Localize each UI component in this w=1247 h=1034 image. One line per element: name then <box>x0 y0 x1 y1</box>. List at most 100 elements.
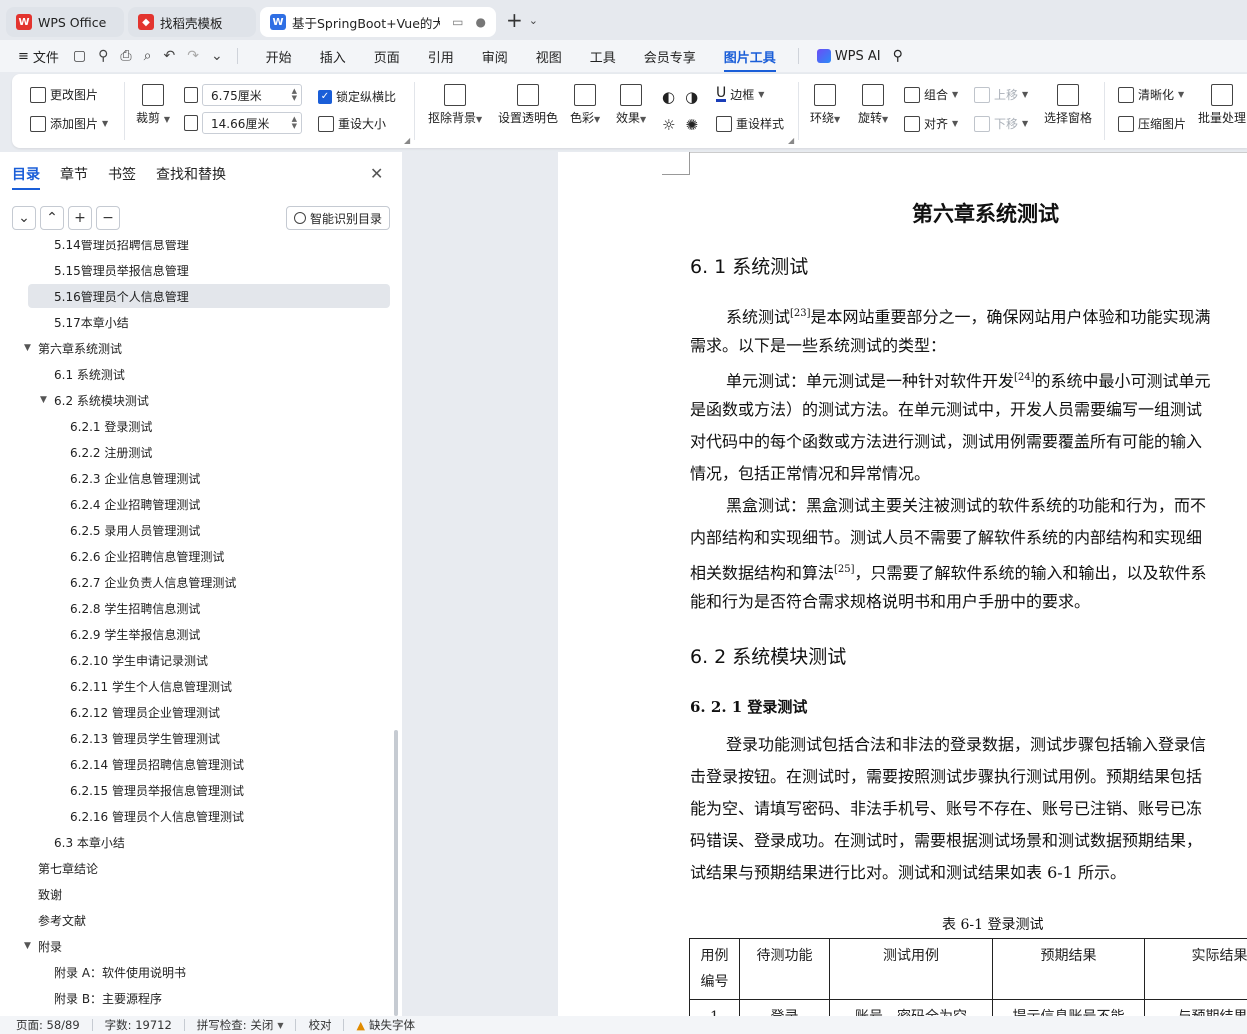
collapse-up-button[interactable]: ⌃ <box>40 206 64 230</box>
width-field[interactable]: 14.66厘米▲▼ <box>184 112 302 134</box>
batch-process-button[interactable]: 批量处理 <box>1198 84 1246 126</box>
remove-heading-button[interactable]: − <box>96 206 120 230</box>
menu-tab-references[interactable]: 引用 <box>428 47 454 66</box>
toc-item[interactable]: 6.2.4 企业招聘管理测试 <box>70 492 200 516</box>
compress-picture-button[interactable]: 压缩图片 <box>1118 115 1186 132</box>
toc-item[interactable]: 6.2.3 企业信息管理测试 <box>70 466 200 490</box>
toc-item[interactable]: 附录 B：主要源程序 <box>54 986 162 1010</box>
redo-icon[interactable]: ↷ <box>187 48 199 64</box>
nav-tab-toc[interactable]: 目录 <box>12 164 40 184</box>
nav-tab-find-replace[interactable]: 查找和替换 <box>156 164 226 184</box>
move-down-button[interactable]: 下移 ▼ <box>974 115 1028 132</box>
clarity-button[interactable]: 清晰化 ▼ <box>1118 86 1184 103</box>
spell-check-toggle[interactable]: 拼写检查: 关闭▼ <box>197 1017 284 1033</box>
toc-item[interactable]: 5.17本章小结 <box>54 310 129 334</box>
toc-item[interactable]: 5.15管理员举报信息管理 <box>54 258 189 282</box>
add-heading-button[interactable]: + <box>68 206 92 230</box>
expand-down-button[interactable]: ⌄ <box>12 206 36 230</box>
toc-item[interactable]: 6.2.2 注册测试 <box>70 440 152 464</box>
close-icon[interactable]: ✕ <box>370 164 383 183</box>
menu-tab-review[interactable]: 审阅 <box>482 47 508 66</box>
align-button[interactable]: 对齐 ▼ <box>904 115 958 132</box>
toc-item[interactable]: 参考文献 <box>38 908 86 932</box>
toc-item[interactable]: 6.2.11 学生个人信息管理测试 <box>70 674 232 698</box>
undo-icon[interactable]: ↶ <box>163 48 175 64</box>
toc-item[interactable]: 致谢 <box>38 882 62 906</box>
menu-tab-tools[interactable]: 工具 <box>590 47 616 66</box>
brightness-down-icon[interactable]: ☼ <box>662 116 675 134</box>
scrollbar[interactable] <box>394 730 398 1016</box>
toc-item[interactable]: 6.2.8 学生招聘信息测试 <box>70 596 200 620</box>
toc-item[interactable]: 6.2.15 管理员举报信息管理测试 <box>70 778 244 802</box>
move-up-button[interactable]: 上移 ▼ <box>974 86 1028 103</box>
expand-caret-icon[interactable]: ▼ <box>24 343 31 353</box>
chevron-down-icon[interactable]: ⌄ <box>211 48 223 64</box>
dialog-launcher-icon[interactable]: ◢ <box>404 136 410 145</box>
toc-item[interactable]: 6.2.13 管理员学生管理测试 <box>70 726 220 750</box>
toc-item[interactable]: 6.2.12 管理员企业管理测试 <box>70 700 220 724</box>
toc-item[interactable]: 附录 A：软件使用说明书 <box>54 960 186 984</box>
smart-toc-button[interactable]: 智能识别目录 <box>286 206 390 230</box>
toc-item[interactable]: 附录 <box>38 934 62 958</box>
rotate-button[interactable]: 旋转▼ <box>858 84 888 126</box>
chevron-down-icon[interactable]: ⌄ <box>529 14 538 27</box>
wrap-button[interactable]: 环绕▼ <box>810 84 840 126</box>
menu-tab-home[interactable]: 开始 <box>266 47 292 66</box>
group-button[interactable]: 组合 ▼ <box>904 86 958 103</box>
toc-item[interactable]: 6.2.7 企业负责人信息管理测试 <box>70 570 236 594</box>
toc-item[interactable]: 第七章结论 <box>38 856 98 880</box>
border-button[interactable]: U 边框 ▼ <box>716 86 764 103</box>
change-picture-button[interactable]: 更改图片 <box>30 86 98 103</box>
toc-item[interactable]: 6.3 本章小结 <box>54 830 125 854</box>
lock-ratio-checkbox[interactable]: ✓ 锁定纵横比 <box>318 88 396 105</box>
reset-size-button[interactable]: 重设大小 <box>318 115 386 132</box>
expand-caret-icon[interactable]: ▼ <box>40 395 47 405</box>
height-field[interactable]: 6.75厘米▲▼ <box>184 84 302 106</box>
toc-item[interactable]: 6.2.5 录用人员管理测试 <box>70 518 200 542</box>
toc-item[interactable]: 5.14管理员招聘信息管理 <box>54 240 189 256</box>
unsaved-dot-icon[interactable]: ● <box>476 15 486 29</box>
new-tab-plus-icon[interactable]: + <box>506 8 523 32</box>
color-button[interactable]: 色彩▼ <box>570 84 600 126</box>
toc-item[interactable]: 6.2.1 登录测试 <box>70 414 152 438</box>
menu-tab-page[interactable]: 页面 <box>374 47 400 66</box>
file-menu-button[interactable]: ≡ 文件 <box>18 47 59 66</box>
toc-item[interactable]: 6.2.6 企业招聘信息管理测试 <box>70 544 224 568</box>
save-icon[interactable]: ▢ <box>73 48 86 64</box>
word-count[interactable]: 字数: 19712 <box>105 1017 172 1033</box>
effects-button[interactable]: 效果▼ <box>616 84 646 126</box>
contrast-up-icon[interactable]: ◑ <box>685 88 698 106</box>
toc-item[interactable]: 5.16管理员个人信息管理 <box>28 284 390 308</box>
proofread-button[interactable]: 校对 <box>308 1017 331 1033</box>
print-icon[interactable]: ⎙ <box>120 48 131 64</box>
selection-pane-button[interactable]: 选择窗格 <box>1044 84 1092 126</box>
toc-item[interactable]: 第六章系统测试 <box>38 336 122 360</box>
toc-item[interactable]: 6.2.16 管理员个人信息管理测试 <box>70 804 244 828</box>
tab-document[interactable]: W 基于SpringBoot+Vue的大学 ▭ ● <box>260 7 496 37</box>
menu-tab-picture-tools[interactable]: 图片工具 <box>724 47 776 66</box>
reset-style-button[interactable]: 重设样式 <box>716 115 784 132</box>
tab-docer[interactable]: ◆ 找稻壳模板 <box>128 7 256 37</box>
toc-item[interactable]: 6.1 系统测试 <box>54 362 125 386</box>
wps-ai-button[interactable]: WPS AI <box>817 49 881 64</box>
login-test-table[interactable]: 用例编号 待测功能 测试用例 预期结果 实际结果 1 登录 账号、密码全为空 提… <box>689 938 1247 1016</box>
document-page[interactable]: 第六章系统测试 6. 1 系统测试 系统测试[23]是本网站重要部分之一，确保网… <box>558 152 1247 1016</box>
crop-button[interactable]: 裁剪 ▼ <box>136 84 170 126</box>
nav-tab-chapters[interactable]: 章节 <box>60 164 88 184</box>
width-input[interactable]: 14.66厘米▲▼ <box>202 112 302 134</box>
toc-item[interactable]: 6.2.10 学生申请记录测试 <box>70 648 208 672</box>
height-input[interactable]: 6.75厘米▲▼ <box>202 84 302 106</box>
share-icon[interactable]: ⚲ <box>98 48 108 64</box>
menu-tab-view[interactable]: 视图 <box>536 47 562 66</box>
search-icon[interactable]: ⚲ <box>893 48 903 64</box>
dialog-launcher-icon[interactable]: ◢ <box>788 136 794 145</box>
contrast-down-icon[interactable]: ✺ <box>685 116 698 134</box>
nav-tab-bookmarks[interactable]: 书签 <box>108 164 136 184</box>
set-transparent-button[interactable]: 设置透明色 <box>498 84 558 126</box>
menu-tab-member[interactable]: 会员专享 <box>644 47 696 66</box>
print-preview-icon[interactable]: ⌕ <box>144 48 152 64</box>
missing-font-button[interactable]: ▲缺失字体 <box>356 1017 414 1033</box>
menu-tab-insert[interactable]: 插入 <box>320 47 346 66</box>
monitor-icon[interactable]: ▭ <box>452 15 463 29</box>
toc-item[interactable]: 6.2 系统模块测试 <box>54 388 149 412</box>
